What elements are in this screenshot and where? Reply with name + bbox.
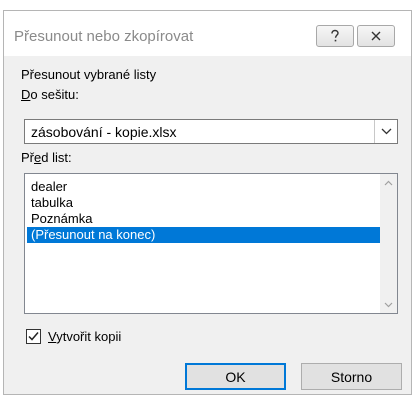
list-item-selected[interactable]: (Přesunout na konec): [27, 227, 380, 243]
list-item[interactable]: Poznámka: [27, 211, 380, 227]
chevron-up-icon: [384, 180, 393, 185]
list-item[interactable]: tabulka: [27, 195, 380, 211]
help-button[interactable]: [316, 25, 354, 47]
create-copy-checkbox[interactable]: [26, 329, 41, 344]
scroll-up-button[interactable]: [380, 174, 397, 191]
workbook-combobox[interactable]: zásobování - kopie.xlsx: [24, 119, 398, 144]
background-top: [0, 0, 416, 10]
title-bar: Přesunout nebo zkopírovat: [4, 11, 411, 56]
cancel-button[interactable]: Storno: [301, 363, 402, 390]
workbook-label: Do sešitu:: [21, 87, 79, 102]
close-button[interactable]: [357, 25, 395, 47]
listbox-scrollbar[interactable]: [380, 174, 397, 313]
ok-button[interactable]: OK: [185, 363, 286, 390]
workbook-dropdown-button[interactable]: [374, 120, 397, 143]
workbook-selected-value: zásobování - kopie.xlsx: [31, 124, 177, 140]
before-sheet-label: Před list:: [21, 150, 72, 165]
move-selected-label: Přesunout vybrané listy: [21, 67, 157, 82]
dialog-title: Přesunout nebo zkopírovat: [14, 28, 194, 45]
list-item[interactable]: dealer: [27, 179, 380, 195]
chevron-down-icon: [384, 302, 393, 307]
close-x-icon: [371, 31, 381, 41]
move-copy-dialog: Přesunout nebo zkopírovat Přesunout vybr…: [3, 10, 412, 395]
checkmark-icon: [28, 332, 39, 341]
question-mark-icon: [331, 29, 339, 42]
create-copy-label[interactable]: Vytvořit kopii: [48, 329, 121, 344]
before-sheet-listbox[interactable]: dealer tabulka Poznámka (Přesunout na ko…: [24, 173, 398, 314]
chevron-down-icon: [381, 128, 391, 135]
scroll-down-button[interactable]: [380, 296, 397, 313]
